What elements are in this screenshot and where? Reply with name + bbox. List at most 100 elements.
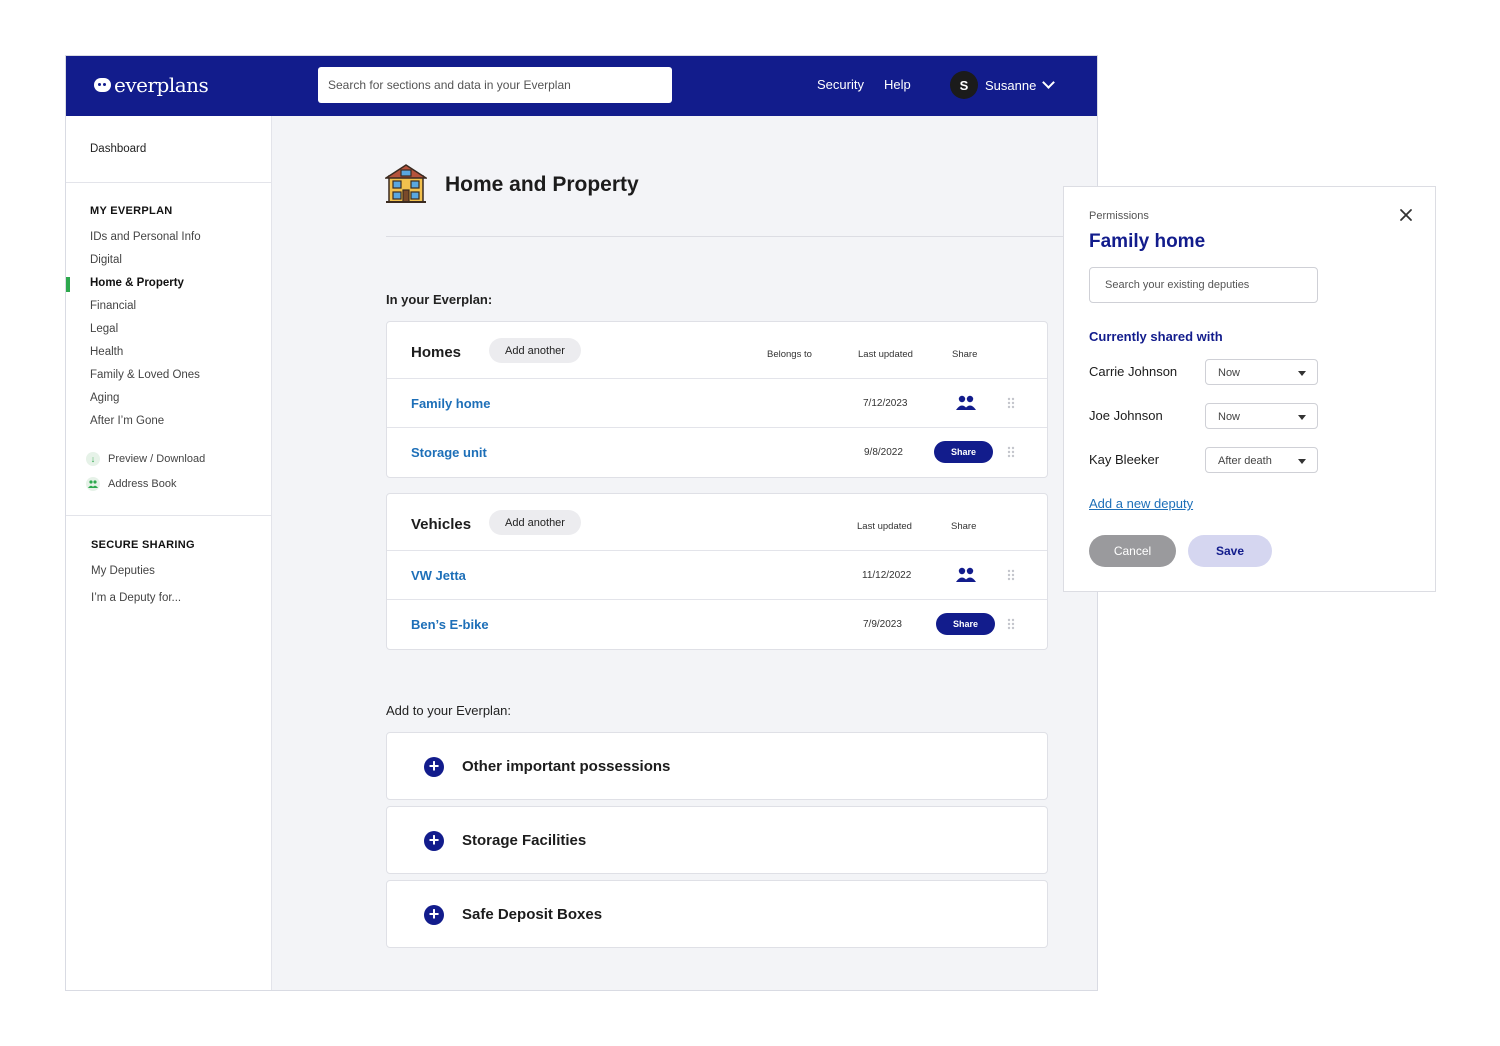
add-section-storage-facilities[interactable]: + Storage Facilities <box>386 806 1048 874</box>
item-link-vw-jetta[interactable]: VW Jetta <box>411 568 466 583</box>
top-bar: everplans Security Help S Susanne <box>66 56 1097 116</box>
homes-card: Homes Add another Belongs to Last update… <box>386 321 1048 478</box>
col-share: Share <box>952 349 978 360</box>
title-divider <box>386 236 1097 237</box>
add-section-label: Safe Deposit Boxes <box>462 906 603 923</box>
caret-down-icon <box>1298 459 1306 464</box>
sidebar-item-health[interactable]: Health <box>90 346 201 369</box>
download-icon: ↓ <box>86 452 100 466</box>
share-button[interactable]: Share <box>934 441 993 463</box>
sidebar-address-book[interactable]: Address Book <box>86 477 176 491</box>
deputy-name: Joe Johnson <box>1089 408 1163 423</box>
vehicles-title: Vehicles <box>411 516 472 533</box>
plus-icon: + <box>424 757 444 777</box>
sidebar: Dashboard MY EVERPLAN IDs and Personal I… <box>66 116 272 990</box>
col-share: Share <box>951 521 977 532</box>
sidebar-item-deputy-for[interactable]: I’m a Deputy for... <box>91 592 181 619</box>
item-link-family-home[interactable]: Family home <box>411 396 490 411</box>
logo-text: everplans <box>114 73 209 97</box>
in-everplan-label: In your Everplan: <box>386 292 493 307</box>
everplans-logo[interactable]: everplans <box>94 73 209 97</box>
table-row: Ben’s E-bike 7/9/2023 Share <box>387 600 1047 649</box>
sidebar-divider <box>66 515 272 516</box>
table-row: Family home 7/12/2023 <box>387 379 1047 428</box>
row-date: 9/8/2022 <box>864 447 903 458</box>
sidebar-item-aging[interactable]: Aging <box>90 392 201 415</box>
permissions-subtitle: Permissions <box>1089 210 1149 222</box>
close-icon[interactable] <box>1399 208 1413 222</box>
vehicles-add-another-button[interactable]: Add another <box>489 510 581 535</box>
sidebar-sharing-list: My Deputies I’m a Deputy for... <box>91 565 181 619</box>
add-to-everplan-label: Add to your Everplan: <box>386 703 512 718</box>
deputy-name: Carrie Johnson <box>1089 364 1178 379</box>
item-link-storage-unit[interactable]: Storage unit <box>411 445 487 460</box>
sidebar-item-digital[interactable]: Digital <box>90 254 201 277</box>
deputy-name: Kay Bleeker <box>1089 452 1160 467</box>
logo-mark-icon <box>94 78 111 92</box>
table-row: Storage unit 9/8/2022 Share <box>387 428 1047 477</box>
deputy-timing-select[interactable]: After death <box>1205 447 1318 473</box>
table-row: VW Jetta 11/12/2022 <box>387 551 1047 600</box>
add-section-label: Other important possessions <box>462 758 671 775</box>
share-button[interactable]: Share <box>936 613 995 635</box>
homes-add-another-button[interactable]: Add another <box>489 338 581 363</box>
sidebar-item-my-deputies[interactable]: My Deputies <box>91 565 181 592</box>
permissions-panel: Permissions Family home Currently shared… <box>1063 186 1436 592</box>
shared-people-icon[interactable] <box>956 395 976 411</box>
global-search-input[interactable] <box>318 67 672 103</box>
sidebar-heading-secure-sharing: SECURE SHARING <box>91 539 195 551</box>
row-date: 7/9/2023 <box>863 619 902 630</box>
sidebar-preview-download[interactable]: ↓ Preview / Download <box>86 452 205 466</box>
sidebar-item-ids[interactable]: IDs and Personal Info <box>90 231 201 254</box>
sidebar-item-legal[interactable]: Legal <box>90 323 201 346</box>
deputy-timing-value: Now <box>1218 367 1241 379</box>
row-date: 7/12/2023 <box>863 398 908 409</box>
add-section-label: Storage Facilities <box>462 832 587 849</box>
sidebar-heading-my-everplan: MY EVERPLAN <box>90 205 173 217</box>
item-link-ebike[interactable]: Ben’s E-bike <box>411 617 489 632</box>
user-name: Susanne <box>985 77 1037 93</box>
sidebar-item-home-property[interactable]: Home & Property <box>90 277 201 300</box>
add-section-safe-deposit[interactable]: + Safe Deposit Boxes <box>386 880 1048 948</box>
add-new-deputy-link[interactable]: Add a new deputy <box>1089 496 1193 511</box>
sidebar-item-dashboard[interactable]: Dashboard <box>90 143 146 155</box>
sidebar-active-indicator <box>66 277 70 292</box>
deputy-timing-value: After death <box>1218 455 1272 467</box>
sidebar-section-list: IDs and Personal Info Digital Home & Pro… <box>90 231 201 438</box>
col-last-updated: Last updated <box>857 521 912 532</box>
shared-with-heading: Currently shared with <box>1089 329 1223 344</box>
cancel-button[interactable]: Cancel <box>1089 535 1176 567</box>
permissions-title: Family home <box>1089 231 1206 252</box>
shared-people-icon[interactable] <box>956 567 976 583</box>
house-icon <box>385 164 427 203</box>
drag-handle-icon[interactable] <box>1007 618 1015 630</box>
people-icon <box>86 477 100 491</box>
caret-down-icon <box>1298 415 1306 420</box>
homes-title: Homes <box>411 344 462 361</box>
address-book-label: Address Book <box>108 478 177 490</box>
nav-security-link[interactable]: Security <box>817 77 864 92</box>
save-button[interactable]: Save <box>1188 535 1272 567</box>
vehicles-card: Vehicles Add another Last updated Share … <box>386 493 1048 650</box>
deputy-search-input[interactable] <box>1089 267 1318 303</box>
preview-download-label: Preview / Download <box>108 453 206 465</box>
add-section-other-possessions[interactable]: + Other important possessions <box>386 732 1048 800</box>
sidebar-item-after-gone[interactable]: After I’m Gone <box>90 415 201 438</box>
chevron-down-icon <box>1042 76 1056 89</box>
deputy-timing-value: Now <box>1218 411 1241 423</box>
plus-icon: + <box>424 905 444 925</box>
nav-help-link[interactable]: Help <box>884 77 911 92</box>
drag-handle-icon[interactable] <box>1007 397 1015 409</box>
col-last-updated: Last updated <box>858 349 913 360</box>
sidebar-item-financial[interactable]: Financial <box>90 300 201 323</box>
plus-icon: + <box>424 831 444 851</box>
caret-down-icon <box>1298 371 1306 376</box>
user-menu[interactable]: S Susanne <box>950 71 1056 99</box>
drag-handle-icon[interactable] <box>1007 569 1015 581</box>
row-date: 11/12/2022 <box>862 570 912 581</box>
deputy-timing-select[interactable]: Now <box>1205 403 1318 429</box>
deputy-timing-select[interactable]: Now <box>1205 359 1318 385</box>
sidebar-item-family[interactable]: Family & Loved Ones <box>90 369 201 392</box>
sidebar-divider <box>66 182 272 183</box>
drag-handle-icon[interactable] <box>1007 446 1015 458</box>
